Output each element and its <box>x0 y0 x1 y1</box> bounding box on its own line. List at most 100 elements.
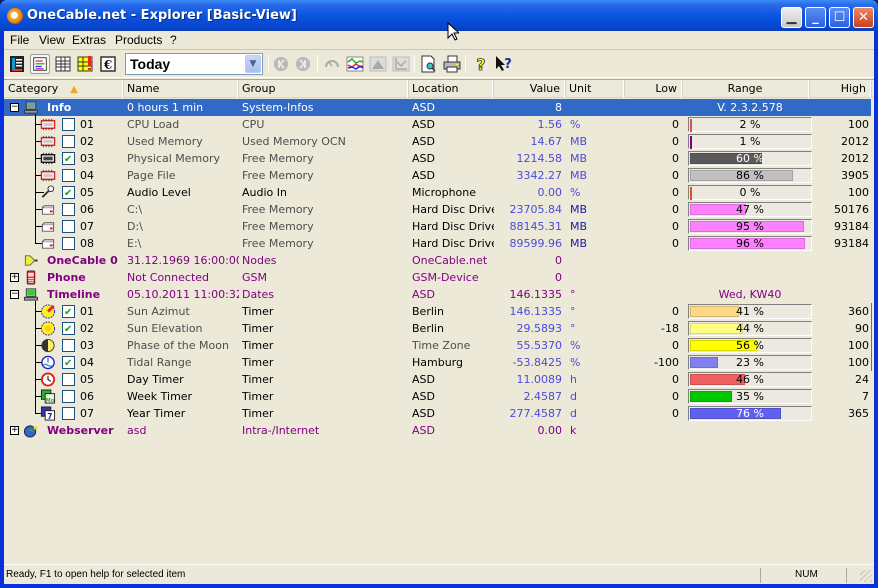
item-group: Free Memory <box>242 220 314 233</box>
item-group: Free Memory <box>242 203 314 216</box>
enable-checkbox[interactable] <box>62 237 75 250</box>
enable-checkbox[interactable] <box>62 169 75 182</box>
onecable-logo-icon[interactable] <box>7 8 23 24</box>
preview-icon[interactable] <box>418 54 438 74</box>
range-bar: 47 % <box>688 202 812 217</box>
collapse-toggle[interactable]: − <box>10 290 19 299</box>
toolbar-separator <box>317 55 318 73</box>
explorer-list[interactable]: Category ▲ Name Group Location Value Unit… <box>4 79 874 562</box>
table-row[interactable]: 01 CPU Load CPU ASD 1.56% 0 2 % 100 <box>4 116 871 133</box>
column-header-low[interactable]: Low <box>624 80 682 98</box>
collapse-toggle[interactable]: − <box>10 103 19 112</box>
table-row[interactable]: 03 Physical Memory Free Memory ASD 1214.58 MB… <box>4 150 871 168</box>
column-header-unit[interactable]: Unit <box>565 80 624 98</box>
restore-small-button[interactable]: ▁ <box>781 7 802 28</box>
resize-grip[interactable] <box>860 570 872 582</box>
menu-view[interactable]: View <box>39 33 65 47</box>
minimize-button[interactable]: _ <box>805 7 826 28</box>
table-row[interactable]: 04 Tidal Range Timer Hamburg -53.8425% -100 23… <box>4 354 871 372</box>
item-value: 146.1335 <box>509 288 563 301</box>
tree-group-row[interactable]: − Info 0 hours 1 min System-Infos ASD 8 V. 2.3… <box>4 99 871 116</box>
table-view-icon[interactable] <box>53 54 73 74</box>
item-location: Hamburg <box>412 356 463 369</box>
item-number: 07 <box>80 407 94 420</box>
range-percent: 1 % <box>739 135 761 148</box>
item-high: 360 <box>848 305 869 318</box>
item-low: 0 <box>672 373 679 386</box>
next-icon[interactable] <box>293 54 313 74</box>
table-row[interactable]: 04 Page File Free Memory ASD 3342.27 MB 0 86 % 3… <box>4 167 871 184</box>
report-icon[interactable] <box>7 54 27 74</box>
hard-disk-icon <box>41 205 55 215</box>
table-row[interactable]: 7 07 Year Timer Timer ASD 277.4587 d 0 76 % 365 <box>4 405 871 422</box>
enable-checkbox[interactable] <box>62 339 75 352</box>
window-title: OneCable.net - Explorer [Basic-View] <box>27 8 297 23</box>
enable-checkbox[interactable] <box>62 151 75 168</box>
column-header-range[interactable]: Range <box>682 80 809 98</box>
item-value: 55.5370 <box>516 339 563 352</box>
table-row[interactable]: 06 C:\ Free Memory Hard Disc Drive 23705.84 M… <box>4 201 871 218</box>
table-row[interactable]: Mo 06 Week Timer Timer ASD 2.4587 d 0 35 % 7 <box>4 388 871 405</box>
column-header-value[interactable]: Value <box>493 80 565 98</box>
alarm-view-icon[interactable] <box>75 54 95 74</box>
list-view-icon[interactable] <box>30 54 50 74</box>
enable-checkbox[interactable] <box>62 390 75 403</box>
gauge-icon[interactable] <box>322 54 342 74</box>
enable-checkbox[interactable] <box>62 407 75 420</box>
print-icon[interactable] <box>442 54 462 74</box>
table-row[interactable]: 01 Sun Azimut Timer Berlin 146.1335 ° 0 41 % 360 <box>4 303 871 321</box>
close-button[interactable]: ✕ <box>853 7 874 28</box>
chart-lines-icon[interactable] <box>345 54 365 74</box>
table-row[interactable]: 05 Audio Level Audio In Microphone 0.00% 0 0 %… <box>4 184 871 202</box>
period-select[interactable]: Today ▼ <box>125 53 263 75</box>
column-header-group[interactable]: Group <box>238 80 408 98</box>
enable-checkbox[interactable] <box>62 118 75 131</box>
enable-checkbox[interactable] <box>62 203 75 216</box>
menu-extras[interactable]: Extras <box>72 33 106 47</box>
title-bar[interactable]: OneCable.net - Explorer [Basic-View] ▁ _… <box>0 0 878 31</box>
enable-checkbox[interactable] <box>62 373 75 386</box>
item-value: 0.00 <box>537 424 563 437</box>
previous-icon[interactable] <box>271 54 291 74</box>
item-number: 02 <box>80 322 94 335</box>
maximize-button[interactable]: ☐ <box>829 7 850 28</box>
enable-checkbox[interactable] <box>62 135 75 148</box>
item-number: 04 <box>80 169 94 182</box>
table-row[interactable]: 07 D:\ Free Memory Hard Disc Drive 88145.31 M… <box>4 218 871 235</box>
table-row[interactable]: 08 E:\ Free Memory Hard Disc Drive 89599.96 M… <box>4 235 871 252</box>
context-help-icon[interactable]: ? <box>494 54 514 74</box>
table-row[interactable]: 02 Used Memory Used Memory OCN ASD 14.67 MB 0 1… <box>4 133 871 150</box>
table-row[interactable]: 05 Day Timer Timer ASD 11.0089 h 0 46 % 24 <box>4 371 871 388</box>
item-location: Hard Disc Drive <box>412 203 494 216</box>
enable-checkbox[interactable] <box>62 220 75 233</box>
table-row[interactable]: 03 Phase of the Moon Timer Time Zone 55.5370… <box>4 337 871 354</box>
column-header-name[interactable]: Name <box>123 80 238 98</box>
euro-icon[interactable]: € <box>98 54 118 74</box>
tree-group-row[interactable]: + Webserver asd Intra-/Internet ASD 0.00 k <box>4 422 871 439</box>
item-low: 0 <box>672 152 679 165</box>
expand-toggle[interactable]: + <box>10 426 19 435</box>
menu-help[interactable]: ? <box>170 33 177 47</box>
peak-icon[interactable] <box>368 54 388 74</box>
table-row[interactable]: 02 Sun Elevation Timer Berlin 29.5893 ° -18 44 … <box>4 320 871 338</box>
tree-group-row[interactable]: OneCable 0 31.12.1969 16:00:00 Nodes OneCab… <box>4 252 871 269</box>
column-header-high[interactable]: High <box>809 80 871 98</box>
graph-icon[interactable] <box>391 54 411 74</box>
minimize-icon: _ <box>812 10 819 25</box>
menu-products[interactable]: Products <box>115 33 162 47</box>
enable-checkbox[interactable] <box>62 185 75 202</box>
item-name: asd <box>127 424 147 437</box>
menu-file[interactable]: File <box>10 33 29 47</box>
tree-group-row[interactable]: + Phone Not Connected GSM GSM-Device 0 <box>4 269 871 286</box>
range-percent: 95 % <box>736 220 764 233</box>
tide-icon <box>41 355 55 370</box>
tree-group-row[interactable]: − Timeline 05.10.2011 11:00:32 Dates ASD 146.… <box>4 286 871 303</box>
column-header-location[interactable]: Location <box>408 80 493 98</box>
help-icon[interactable]: ? <box>471 54 491 74</box>
chevron-down-icon[interactable]: ▼ <box>245 55 261 73</box>
expand-toggle[interactable]: + <box>10 273 19 282</box>
enable-checkbox[interactable] <box>62 321 75 338</box>
column-header-category[interactable]: Category ▲ <box>4 80 123 98</box>
enable-checkbox[interactable] <box>62 355 75 372</box>
enable-checkbox[interactable] <box>62 304 75 321</box>
